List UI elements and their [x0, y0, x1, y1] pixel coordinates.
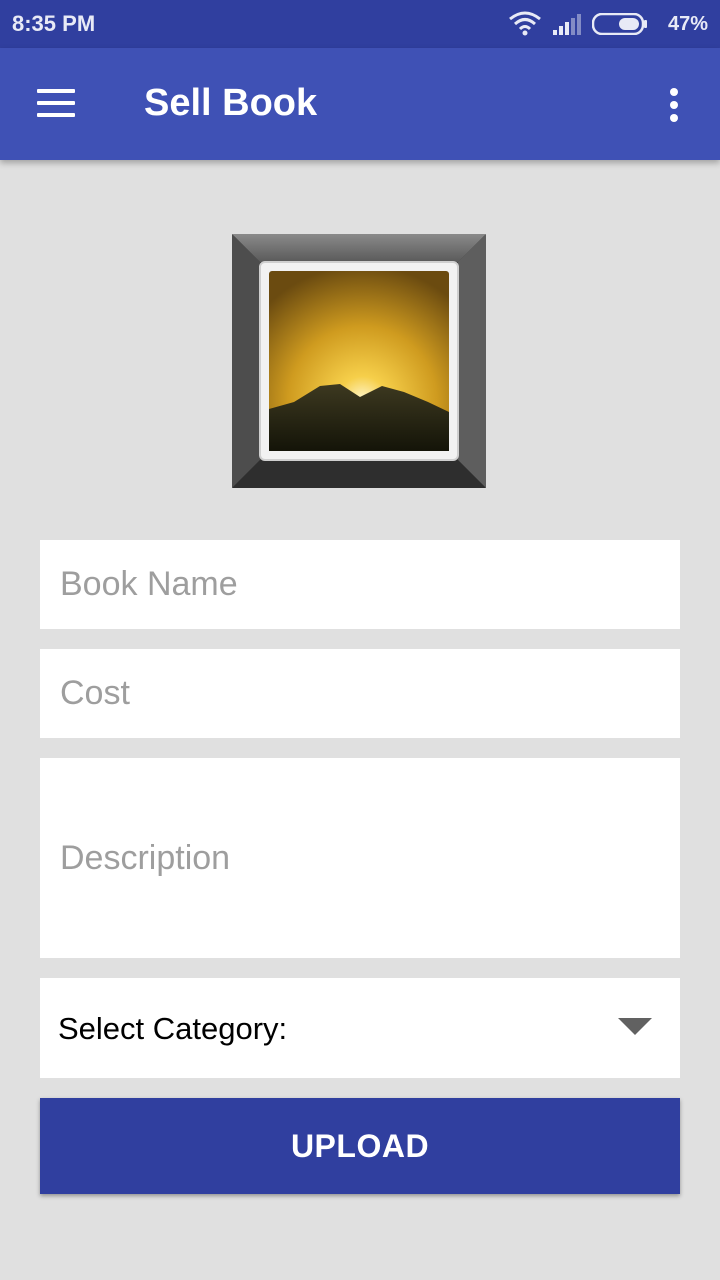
wifi-icon [509, 11, 541, 36]
status-time: 8:35 PM [12, 11, 96, 36]
overflow-menu-button[interactable] [652, 70, 700, 138]
category-select[interactable]: Select Category: [40, 978, 680, 1078]
status-bar: 8:35 PM 47% [0, 0, 720, 48]
battery-percentage: 47% [667, 13, 708, 35]
description-field[interactable] [40, 758, 680, 958]
cost-field[interactable] [40, 649, 680, 738]
dropdown-arrow-icon[interactable] [618, 1018, 652, 1035]
app-bar: Sell Book [0, 48, 720, 160]
page-title: Sell Book [144, 82, 318, 124]
status-icons: 47% [508, 10, 708, 38]
image-picker[interactable] [232, 234, 486, 488]
cost-input[interactable] [40, 649, 680, 738]
book-name-input[interactable] [40, 540, 680, 629]
signal-icon [553, 14, 581, 35]
book-name-field[interactable] [40, 540, 680, 629]
description-input[interactable] [40, 758, 680, 958]
upload-button[interactable]: UPLOAD [40, 1098, 680, 1194]
battery-icon [592, 13, 647, 35]
image-placeholder-icon [232, 234, 486, 488]
category-label: Select Category: [58, 1011, 288, 1046]
menu-button[interactable] [20, 70, 92, 138]
